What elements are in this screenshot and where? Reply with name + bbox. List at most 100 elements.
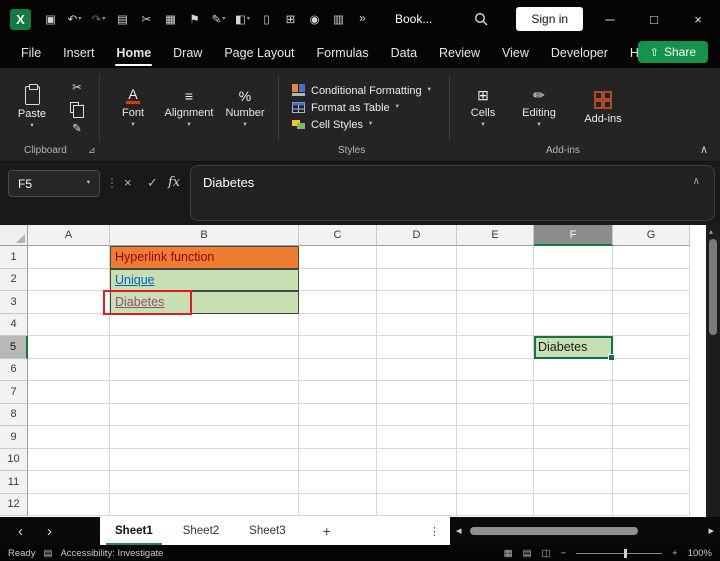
cut-icon[interactable]: ✂ xyxy=(136,8,157,30)
sheet-tab-sheet3[interactable]: Sheet3 xyxy=(234,517,300,545)
cell-C6[interactable] xyxy=(299,359,377,382)
save-icon[interactable]: ▣ xyxy=(40,8,61,30)
flag-icon[interactable]: ⚑ xyxy=(184,8,205,30)
clipboard-dialog-launcher[interactable]: ⊿ xyxy=(88,145,96,156)
column-header-C[interactable]: C xyxy=(299,225,377,246)
font-group-button[interactable]: A Font ▾ xyxy=(105,86,161,129)
cell-G3[interactable] xyxy=(613,291,690,314)
tab-review[interactable]: Review xyxy=(428,38,491,68)
cell-C1[interactable] xyxy=(299,246,377,269)
cell-D7[interactable] xyxy=(377,381,457,404)
next-sheet-button[interactable]: › xyxy=(47,523,52,540)
cell-A2[interactable] xyxy=(28,269,110,292)
row-header-1[interactable]: 1 xyxy=(0,246,28,269)
cell-A8[interactable] xyxy=(28,404,110,427)
new-file-icon[interactable]: ▯ xyxy=(256,8,277,30)
sheet-tab-sheet1[interactable]: Sheet1 xyxy=(100,517,168,545)
undo-button[interactable]: ↶▾ xyxy=(64,8,85,30)
cell-E1[interactable] xyxy=(457,246,534,269)
horizontal-scrollbar[interactable]: ◂ ▸ xyxy=(450,517,720,545)
pen-icon[interactable]: ✎▾ xyxy=(208,8,229,30)
column-header-A[interactable]: A xyxy=(28,225,110,246)
cell-B10[interactable] xyxy=(110,449,299,472)
confirm-entry-icon[interactable]: ✓ xyxy=(147,175,158,191)
cells-group-button[interactable]: ⊞ Cells ▾ xyxy=(455,86,511,129)
format-painter-button[interactable]: ✎ xyxy=(60,121,94,135)
cell-C8[interactable] xyxy=(299,404,377,427)
cell-D11[interactable] xyxy=(377,471,457,494)
cell-F4[interactable] xyxy=(534,314,613,337)
cell-C7[interactable] xyxy=(299,381,377,404)
cell-E9[interactable] xyxy=(457,426,534,449)
row-header-10[interactable]: 10 xyxy=(0,449,28,472)
normal-view-button[interactable]: ▦ xyxy=(504,548,513,559)
zoom-slider[interactable] xyxy=(576,553,662,554)
zoom-slider-handle[interactable] xyxy=(624,549,627,558)
scroll-left-icon[interactable]: ◂ xyxy=(456,524,462,537)
cell-F9[interactable] xyxy=(534,426,613,449)
zoom-level[interactable]: 100% xyxy=(688,548,712,559)
pivot-table-icon[interactable]: ▥ xyxy=(328,8,349,30)
cell-E3[interactable] xyxy=(457,291,534,314)
cell-D3[interactable] xyxy=(377,291,457,314)
cell-D5[interactable] xyxy=(377,336,457,359)
row-header-3[interactable]: 3 xyxy=(0,291,28,314)
cut-button[interactable]: ✂ xyxy=(60,80,94,94)
toolbar-overflow-button[interactable]: » xyxy=(352,8,373,30)
paste-button[interactable]: Paste ▾ xyxy=(8,86,56,130)
cell-E2[interactable] xyxy=(457,269,534,292)
row-header-4[interactable]: 4 xyxy=(0,314,28,337)
sheet-options-icon[interactable]: ⋮ xyxy=(429,517,450,545)
cell-E6[interactable] xyxy=(457,359,534,382)
cell-G5[interactable] xyxy=(613,336,690,359)
minimize-button[interactable]: ─ xyxy=(588,0,632,38)
collapse-formula-bar-icon[interactable]: ∧ xyxy=(693,176,700,187)
cell-B11[interactable] xyxy=(110,471,299,494)
cell-F7[interactable] xyxy=(534,381,613,404)
cell-F1[interactable] xyxy=(534,246,613,269)
scroll-right-icon[interactable]: ▸ xyxy=(708,524,714,537)
column-header-D[interactable]: D xyxy=(377,225,457,246)
accessibility-status[interactable]: Accessibility: Investigate xyxy=(60,548,163,559)
redo-button[interactable]: ↷▾ xyxy=(88,8,109,30)
cell-E5[interactable] xyxy=(457,336,534,359)
column-header-G[interactable]: G xyxy=(613,225,690,246)
cell-A10[interactable] xyxy=(28,449,110,472)
cell-G12[interactable] xyxy=(613,494,690,517)
cell-C3[interactable] xyxy=(299,291,377,314)
cell-A7[interactable] xyxy=(28,381,110,404)
page-break-view-button[interactable]: ◫ xyxy=(542,548,551,559)
number-group-button[interactable]: % Number ▾ xyxy=(217,86,273,129)
cell-B3[interactable]: Diabetes xyxy=(110,291,299,314)
cell-B7[interactable] xyxy=(110,381,299,404)
cell-styles-button[interactable]: Cell Styles ▾ xyxy=(292,118,444,131)
cell-A12[interactable] xyxy=(28,494,110,517)
select-all-corner[interactable] xyxy=(0,225,28,246)
cell-D12[interactable] xyxy=(377,494,457,517)
cell-E11[interactable] xyxy=(457,471,534,494)
cell-A9[interactable] xyxy=(28,426,110,449)
cell-D1[interactable] xyxy=(377,246,457,269)
cell-C4[interactable] xyxy=(299,314,377,337)
new-sheet-button[interactable]: + xyxy=(301,517,353,545)
camera-icon[interactable]: ◉ xyxy=(304,8,325,30)
cell-E8[interactable] xyxy=(457,404,534,427)
cell-A11[interactable] xyxy=(28,471,110,494)
cell-G10[interactable] xyxy=(613,449,690,472)
row-header-12[interactable]: 12 xyxy=(0,494,28,517)
cell-D6[interactable] xyxy=(377,359,457,382)
close-button[interactable]: × xyxy=(676,0,720,38)
cell-C10[interactable] xyxy=(299,449,377,472)
prev-sheet-button[interactable]: ‹ xyxy=(18,523,23,540)
cell-G1[interactable] xyxy=(613,246,690,269)
column-header-F[interactable]: F xyxy=(534,225,613,246)
print-icon[interactable]: ▤ xyxy=(112,8,133,30)
cell-F5[interactable]: Diabetes xyxy=(534,336,613,359)
cell-C9[interactable] xyxy=(299,426,377,449)
tab-page-layout[interactable]: Page Layout xyxy=(213,38,305,68)
cell-G2[interactable] xyxy=(613,269,690,292)
cell-F11[interactable] xyxy=(534,471,613,494)
column-header-E[interactable]: E xyxy=(457,225,534,246)
cell-E12[interactable] xyxy=(457,494,534,517)
cell-F6[interactable] xyxy=(534,359,613,382)
